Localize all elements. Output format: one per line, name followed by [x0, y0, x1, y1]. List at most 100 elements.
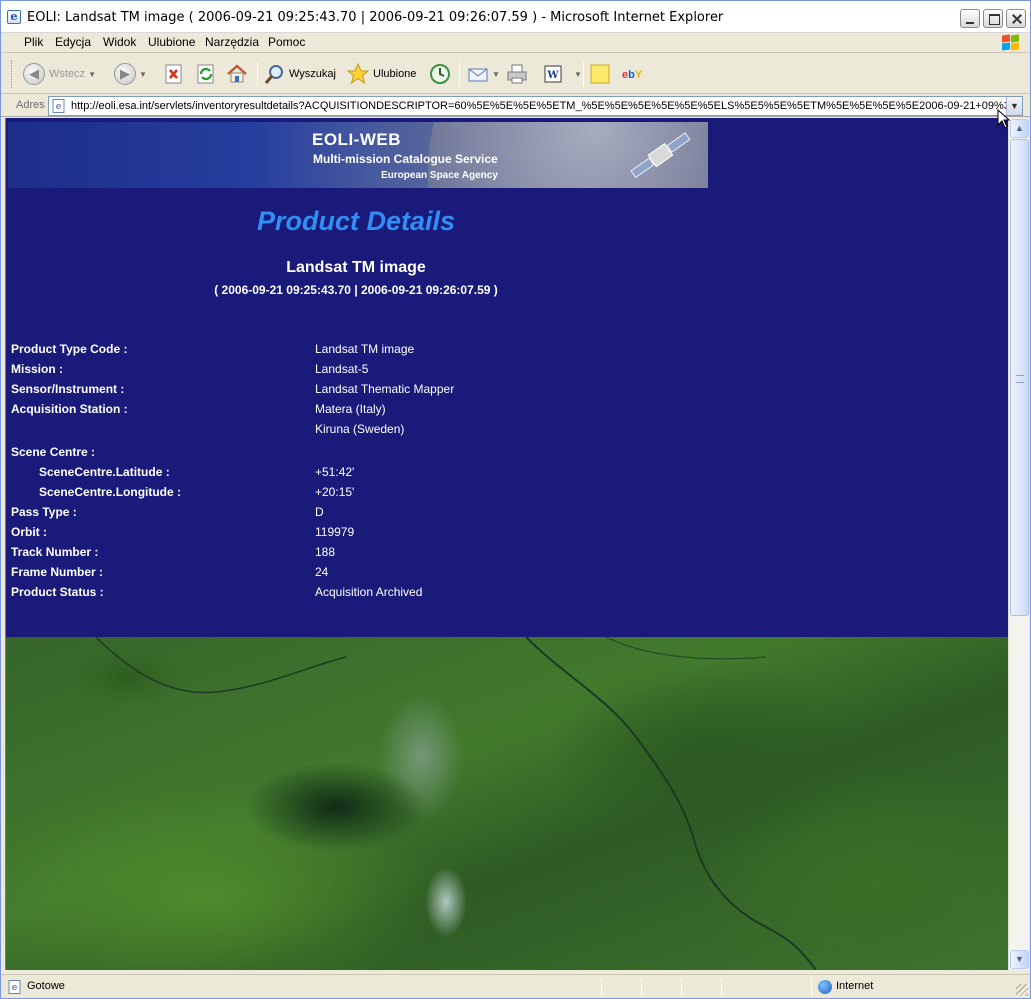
detail-row: Track Number : 188 — [11, 545, 711, 565]
svg-text:ebY: ebY — [622, 69, 643, 81]
banner-subtitle: Multi-mission Catalogue Service — [313, 152, 498, 166]
history-icon — [430, 64, 450, 84]
scroll-down-button[interactable]: ▼ — [1010, 950, 1029, 969]
scroll-thumb[interactable] — [1010, 139, 1029, 616]
menu-plik[interactable]: Plik — [19, 35, 48, 49]
detail-row: Product Status : Acquisition Archived — [11, 585, 711, 605]
search-icon — [264, 65, 283, 84]
internet-zone-icon — [818, 980, 832, 994]
address-url[interactable]: http://eoli.esa.int/servlets/inventoryre… — [71, 100, 1006, 112]
toolbar: ◀ Wstecz ▼ ▶ ▼ Wyszukaj Ulubione ▼ W ▼ e… — [1, 54, 1030, 94]
home-button[interactable] — [226, 60, 248, 88]
satellite-preview-image[interactable] — [6, 637, 1008, 970]
toolbar-grip[interactable] — [11, 60, 14, 88]
river-overlay — [95, 637, 817, 970]
detail-row: Scene Centre : — [11, 445, 711, 465]
favorites-button[interactable]: Ulubione — [347, 60, 416, 88]
ebay-icon: ebY — [622, 69, 643, 81]
sticky-note-icon — [590, 64, 610, 84]
resize-grip[interactable] — [1016, 984, 1028, 996]
detail-row: Sensor/Instrument : Landsat Thematic Map… — [11, 382, 711, 402]
security-zone-text: Internet — [836, 980, 874, 992]
detail-row: Orbit : 119979 — [11, 525, 711, 545]
forward-dropdown-icon[interactable]: ▼ — [139, 70, 147, 79]
page-title: Product Details — [256, 206, 456, 236]
banner-agency: European Space Agency — [381, 170, 498, 181]
detail-row: Product Type Code : Landsat TM image — [11, 342, 711, 362]
menu-widok[interactable]: Widok — [98, 35, 141, 49]
mail-icon — [468, 68, 488, 82]
vertical-scrollbar[interactable]: ▲ ▼ — [1008, 118, 1029, 970]
detail-value: Acquisition Archived — [315, 585, 423, 599]
detail-value: Kiruna (Sweden) — [315, 422, 405, 436]
detail-value: 119979 — [315, 525, 355, 539]
print-button[interactable] — [506, 60, 528, 88]
title-bar[interactable]: e EOLI: Landsat TM image ( 2006-09-21 09… — [1, 1, 1030, 33]
forward-button[interactable]: ▶ ▼ — [114, 60, 147, 88]
note-button[interactable] — [589, 60, 611, 88]
address-input[interactable]: e http://eoli.esa.int/servlets/inventory… — [48, 96, 1023, 116]
word-icon: W — [544, 65, 562, 83]
refresh-button[interactable] — [195, 60, 217, 88]
page-icon: e — [52, 99, 65, 113]
toolbar-separator — [459, 62, 460, 86]
banner-title: EOLI-WEB — [312, 130, 401, 149]
detail-value: +51:42' — [315, 465, 355, 479]
product-name: Landsat TM image — [286, 259, 426, 276]
menu-narzedzia[interactable]: Narzędzia — [200, 35, 264, 49]
detail-row: Kiruna (Sweden) — [11, 422, 711, 442]
star-icon — [347, 63, 369, 85]
ebay-button[interactable]: ebY — [621, 60, 643, 88]
minimize-button[interactable] — [960, 9, 980, 28]
maximize-button[interactable] — [983, 9, 1003, 28]
detail-value: 188 — [315, 545, 336, 559]
detail-key: Orbit : — [11, 525, 47, 539]
detail-value: +20:15' — [315, 485, 355, 499]
menu-bar: Plik Edycja Widok Ulubione Narzędzia Pom… — [1, 33, 1030, 53]
detail-value: 24 — [315, 565, 329, 579]
status-divider — [641, 978, 642, 996]
edit-dropdown-icon[interactable]: ▼ — [574, 70, 582, 79]
detail-row: SceneCentre.Longitude : +20:15' — [11, 485, 711, 505]
detail-value: Landsat-5 — [315, 362, 369, 376]
stop-button[interactable] — [163, 60, 185, 88]
svg-text:e: e — [56, 102, 61, 112]
search-button[interactable]: Wyszukaj — [263, 60, 336, 88]
detail-key: Scene Centre : — [11, 445, 96, 459]
detail-key: SceneCentre.Longitude : — [39, 485, 182, 499]
back-button[interactable]: ◀ Wstecz ▼ — [23, 60, 96, 88]
address-bar: Adres e http://eoli.esa.int/servlets/inv… — [1, 95, 1030, 117]
back-label: Wstecz — [49, 68, 86, 80]
status-divider — [811, 978, 812, 996]
scroll-up-button[interactable]: ▲ — [1010, 119, 1029, 138]
toolbar-separator — [257, 62, 258, 86]
detail-key: SceneCentre.Latitude : — [39, 465, 170, 479]
menu-edycja[interactable]: Edycja — [50, 35, 96, 49]
forward-arrow-icon: ▶ — [114, 63, 136, 85]
status-divider — [681, 978, 682, 996]
eoli-banner: EOLI-WEB Multi-mission Catalogue Service… — [8, 122, 708, 188]
menu-pomoc[interactable]: Pomoc — [263, 35, 310, 49]
svg-text:W: W — [546, 70, 559, 81]
toolbar-separator — [583, 62, 584, 86]
detail-row: Frame Number : 24 — [11, 565, 711, 585]
stop-icon — [165, 64, 182, 84]
mouse-cursor-icon — [997, 109, 1011, 129]
page-done-icon: e — [8, 980, 21, 994]
edit-word-button[interactable]: W ▼ — [542, 60, 582, 88]
detail-key: Pass Type : — [11, 505, 77, 519]
menu-ulubione[interactable]: Ulubione — [143, 35, 200, 49]
close-button[interactable] — [1006, 9, 1026, 28]
detail-key: Track Number : — [11, 545, 99, 559]
back-dropdown-icon[interactable]: ▼ — [88, 70, 96, 79]
search-label: Wyszukaj — [289, 68, 336, 80]
refresh-icon — [197, 64, 214, 84]
mail-button[interactable]: ▼ — [467, 60, 500, 88]
detail-key: Frame Number : — [11, 565, 104, 579]
detail-key: Mission : — [11, 362, 64, 376]
detail-value: Matera (Italy) — [315, 402, 386, 416]
detail-value: D — [315, 505, 324, 519]
mail-dropdown-icon[interactable]: ▼ — [492, 70, 500, 79]
history-button[interactable] — [429, 60, 451, 88]
satellite-icon — [630, 132, 691, 179]
